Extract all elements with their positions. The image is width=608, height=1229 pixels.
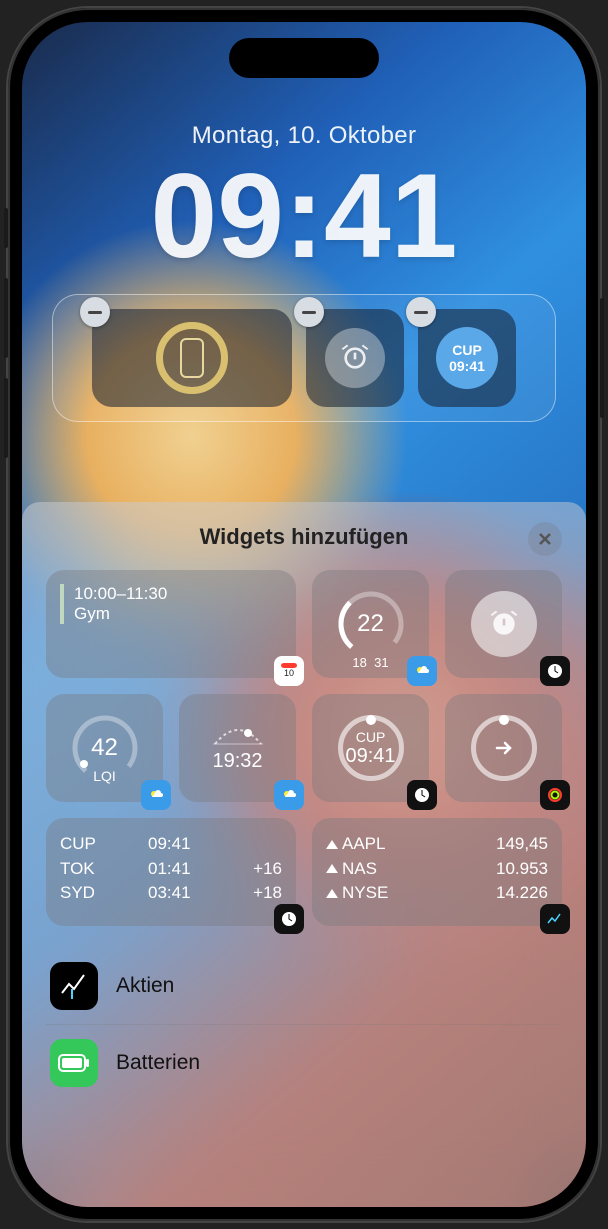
city-time: 09:41 [345, 745, 395, 768]
widget-weather-temp[interactable]: 22 18 31 [312, 570, 429, 678]
sunset-time: 19:32 [212, 750, 262, 773]
volume-down-button [4, 378, 8, 458]
svg-text:10: 10 [284, 668, 294, 678]
calendar-app-badge: 10 [274, 656, 304, 686]
calendar-event-title: Gym [74, 604, 167, 624]
lock-widget-alarm[interactable] [306, 309, 404, 407]
activity-ring-icon [471, 715, 537, 781]
close-icon [538, 532, 552, 546]
lock-widget-worldclock[interactable]: CUP 09:41 [418, 309, 516, 407]
lock-widget-row[interactable]: CUP 09:41 [52, 294, 556, 422]
phone-icon [180, 338, 204, 378]
stock-symbol: NYSE [342, 881, 388, 906]
calendar-event-time: 10:00–11:30 [74, 584, 167, 604]
wc-city: CUP [60, 832, 118, 857]
clock-time-label: 09:41 [449, 358, 485, 374]
stock-symbol: AAPL [342, 832, 385, 857]
temp-low: 18 [352, 655, 366, 670]
alarm-icon [471, 591, 537, 657]
lock-screen-upper: Montag, 10. Oktober 09:41 [22, 22, 586, 422]
wc-offset [242, 832, 282, 857]
city-label: CUP [356, 729, 386, 745]
up-triangle-icon [326, 840, 338, 849]
iphone-frame: Montag, 10. Oktober 09:41 [8, 8, 600, 1221]
stock-value: 10.953 [496, 857, 548, 882]
stock-value: 149,45 [496, 832, 548, 857]
temp-value: 22 [357, 610, 384, 638]
add-widgets-panel: Widgets hinzufügen 10:00–11:30 Gym 10 [22, 502, 586, 1207]
clock-ring-icon: CUP 09:41 [338, 715, 404, 781]
weather-app-badge [141, 780, 171, 810]
temp-high: 31 [374, 655, 388, 670]
up-triangle-icon [326, 864, 338, 873]
clock-city-label: CUP [452, 342, 482, 358]
up-triangle-icon [326, 889, 338, 898]
weather-app-badge [274, 780, 304, 810]
lock-time[interactable]: 09:41 [22, 156, 586, 276]
remove-widget-button[interactable] [406, 297, 436, 327]
remove-widget-button[interactable] [80, 297, 110, 327]
wc-city: TOK [60, 857, 118, 882]
wc-offset: +18 [242, 881, 282, 906]
app-name-label: Aktien [116, 974, 174, 998]
lock-widget-findmy[interactable] [92, 309, 292, 407]
wc-time: 01:41 [148, 857, 212, 882]
clock-app-badge [274, 904, 304, 934]
arrow-icon [493, 737, 515, 759]
wc-city: SYD [60, 881, 118, 906]
screen: Montag, 10. Oktober 09:41 [22, 22, 586, 1207]
wc-time: 03:41 [148, 881, 212, 906]
stock-symbol: NAS [342, 857, 377, 882]
remove-widget-button[interactable] [294, 297, 324, 327]
clock-app-badge [407, 780, 437, 810]
stock-value: 14.226 [496, 881, 548, 906]
wc-time: 09:41 [148, 832, 212, 857]
app-row-stocks[interactable]: Aktien [46, 948, 562, 1025]
side-button [600, 298, 604, 418]
temp-gauge: 22 [335, 588, 407, 660]
panel-header: Widgets hinzufügen [46, 524, 562, 550]
alarm-icon [325, 328, 385, 388]
stocks-app-icon [50, 962, 98, 1010]
findmy-ring-icon [156, 322, 228, 394]
lock-date[interactable]: Montag, 10. Oktober [22, 122, 586, 150]
battery-app-icon [50, 1039, 98, 1087]
fitness-app-badge [540, 780, 570, 810]
worldclock-face: CUP 09:41 [436, 327, 498, 389]
widget-fitness[interactable] [445, 694, 562, 802]
mute-switch [4, 208, 8, 248]
panel-title: Widgets hinzufügen [200, 524, 409, 550]
widget-alarm[interactable] [445, 570, 562, 678]
suggested-widgets-grid: 10:00–11:30 Gym 10 22 18 31 [46, 570, 562, 926]
weather-app-badge [407, 656, 437, 686]
widget-stocks[interactable]: AAPL 149,45 NAS 10.953 NYSE 14.226 [312, 818, 562, 926]
stocks-app-badge [540, 904, 570, 934]
wc-offset: +16 [242, 857, 282, 882]
volume-up-button [4, 278, 8, 358]
sunset-icon [213, 724, 263, 750]
close-button[interactable] [528, 522, 562, 556]
widget-sunset[interactable]: 19:32 [179, 694, 296, 802]
app-list: Aktien Batterien [46, 948, 562, 1101]
dynamic-island [229, 38, 379, 78]
app-row-batteries[interactable]: Batterien [46, 1025, 562, 1101]
widget-air-quality[interactable]: 42 LQI [46, 694, 163, 802]
widget-city-clock[interactable]: CUP 09:41 [312, 694, 429, 802]
app-name-label: Batterien [116, 1051, 200, 1075]
widget-calendar-event[interactable]: 10:00–11:30 Gym 10 [46, 570, 296, 678]
clock-app-badge [540, 656, 570, 686]
aqi-value: 42 [91, 734, 118, 762]
widget-world-clock-list[interactable]: CUP 09:41 TOK 01:41 +16 SYD 03:41 +18 [46, 818, 296, 926]
